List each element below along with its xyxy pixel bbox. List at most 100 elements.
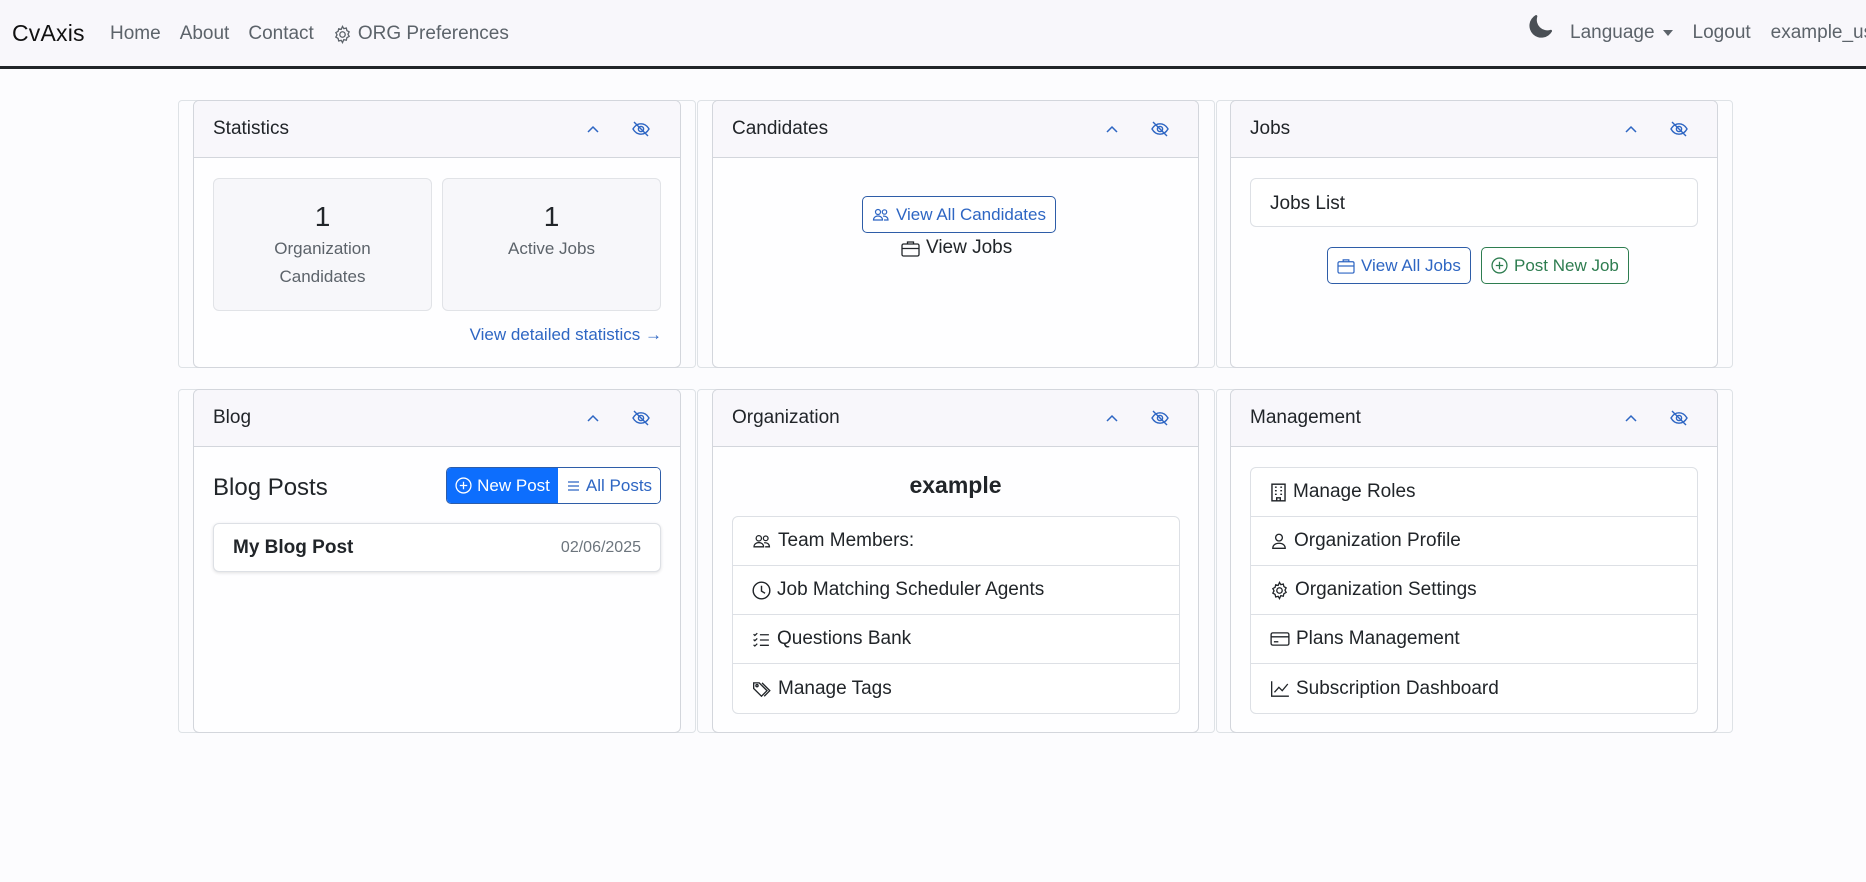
plus-circle-icon [1491, 257, 1508, 274]
eye-slash-icon [1670, 121, 1688, 137]
people-icon [872, 208, 889, 221]
eye-slash-icon [1670, 410, 1688, 426]
blog-post-title: My Blog Post [233, 536, 354, 558]
theme-toggle[interactable] [1528, 15, 1552, 39]
card-title: Candidates [732, 118, 829, 139]
card-header: Statistics [194, 101, 680, 158]
credit-card-icon [1270, 632, 1290, 646]
eye-slash-icon [1151, 410, 1169, 426]
card-title: Jobs [1250, 118, 1291, 139]
hide-button[interactable] [1669, 119, 1689, 139]
organization-settings-item[interactable]: Organization Settings [1251, 566, 1697, 615]
blog-post-date: 02/06/2025 [560, 538, 641, 556]
language-dropdown[interactable]: Language [1570, 22, 1673, 44]
briefcase-icon [1337, 258, 1355, 274]
organization-profile-item[interactable]: Organization Profile [1251, 517, 1697, 566]
card-header: Candidates [713, 101, 1198, 158]
new-post-button[interactable]: New Post [447, 468, 558, 503]
hide-button[interactable] [1150, 408, 1170, 428]
view-jobs-link[interactable]: View Jobs [901, 237, 1012, 259]
view-all-jobs-button[interactable]: View All Jobs [1327, 247, 1471, 284]
team-members-item[interactable]: Team Members: [733, 517, 1179, 566]
card-title: Blog [213, 407, 252, 428]
gear-icon [1271, 580, 1288, 600]
eye-slash-icon [632, 410, 650, 426]
language-label: Language [1570, 22, 1655, 43]
clock-icon [752, 580, 771, 600]
manage-roles-item[interactable]: Manage Roles [1251, 468, 1697, 517]
collapse-button[interactable] [1104, 410, 1120, 426]
stat-label: Organization Candidates [274, 239, 371, 286]
jobs-list-panel: Jobs List [1250, 178, 1698, 227]
item-label: Team Members: [778, 530, 915, 551]
all-posts-button[interactable]: All Posts [558, 468, 660, 503]
eye-slash-icon [632, 121, 650, 137]
item-label: Manage Roles [1293, 481, 1416, 502]
stat-active-jobs: 1 Active Jobs [442, 178, 661, 311]
nav-home[interactable]: Home [110, 23, 161, 45]
card-header: Jobs [1231, 101, 1717, 158]
card-title: Organization [732, 407, 840, 428]
job-matching-scheduler-item[interactable]: Job Matching Scheduler Agents [733, 566, 1179, 615]
view-all-candidates-button[interactable]: View All Candidates [862, 196, 1056, 233]
hide-button[interactable] [1669, 408, 1689, 428]
checklist-icon [753, 632, 769, 647]
gear-icon [334, 24, 350, 44]
moon-icon [1529, 15, 1552, 38]
hide-button[interactable] [1150, 119, 1170, 139]
list-icon [567, 480, 579, 491]
tags-icon [753, 681, 771, 697]
button-label: Post New Job [1514, 255, 1619, 275]
nav-right: Language Logout example_us [1528, 14, 1866, 44]
view-detailed-statistics-link[interactable]: View detailed statistics → [470, 325, 662, 345]
management-card: Management Manage Roles Organization Pro… [1230, 389, 1718, 733]
item-label: Job Matching Scheduler Agents [777, 579, 1045, 600]
blog-post-item[interactable]: My Blog Post 02/06/2025 [213, 523, 661, 572]
chevron-down-icon [1662, 30, 1673, 36]
eye-slash-icon [1151, 121, 1169, 137]
chevron-up-icon [587, 125, 599, 133]
blog-posts-heading: Blog Posts [213, 474, 328, 501]
button-label: All Posts [585, 475, 653, 495]
collapse-button[interactable] [1623, 410, 1639, 426]
card-header: Organization [713, 390, 1198, 447]
hide-button[interactable] [631, 408, 651, 428]
collapse-button[interactable] [585, 121, 601, 137]
card-header: Blog [194, 390, 680, 447]
chevron-up-icon [1106, 414, 1118, 422]
brand-logo[interactable]: CvAxis [12, 20, 85, 47]
post-new-job-button[interactable]: Post New Job [1481, 247, 1629, 284]
card-title: Statistics [213, 118, 290, 139]
collapse-button[interactable] [1623, 121, 1639, 137]
jobs-card: Jobs Jobs List View All Jobs Post New Jo… [1230, 100, 1718, 368]
manage-tags-item[interactable]: Manage Tags [733, 664, 1179, 713]
user-menu[interactable]: example_us [1771, 22, 1866, 44]
nav-org-preferences[interactable]: ORG Preferences [333, 23, 509, 45]
button-label: View All Candidates [896, 204, 1046, 224]
card-title: Management [1250, 407, 1361, 428]
questions-bank-item[interactable]: Questions Bank [733, 615, 1179, 664]
collapse-button[interactable] [1104, 121, 1120, 137]
collapse-button[interactable] [585, 410, 601, 426]
nav-org-preferences-label: ORG Preferences [357, 23, 509, 44]
nav-about[interactable]: About [180, 23, 230, 45]
chevron-up-icon [1625, 414, 1637, 422]
candidates-card: Candidates View All Candidates View Jobs [712, 100, 1199, 368]
briefcase-icon [901, 240, 920, 257]
logout-link[interactable]: Logout [1693, 22, 1751, 44]
subscription-dashboard-item[interactable]: Subscription Dashboard [1251, 664, 1697, 713]
chevron-up-icon [1625, 125, 1637, 133]
plans-management-item[interactable]: Plans Management [1251, 615, 1697, 664]
item-label: Organization Settings [1295, 579, 1477, 600]
button-label: View All Jobs [1361, 255, 1461, 275]
stat-label: Active Jobs [508, 239, 595, 258]
item-label: Organization Profile [1294, 530, 1461, 551]
button-label: New Post [477, 475, 550, 495]
item-label: Plans Management [1296, 628, 1460, 649]
nav-contact[interactable]: Contact [248, 23, 313, 45]
nav-links: Home About Contact ORG Preferences [110, 23, 509, 45]
top-navbar: CvAxis Home About Contact ORG Preference… [0, 0, 1866, 69]
stat-value: 1 [314, 201, 331, 232]
person-icon [1272, 533, 1286, 549]
hide-button[interactable] [631, 119, 651, 139]
